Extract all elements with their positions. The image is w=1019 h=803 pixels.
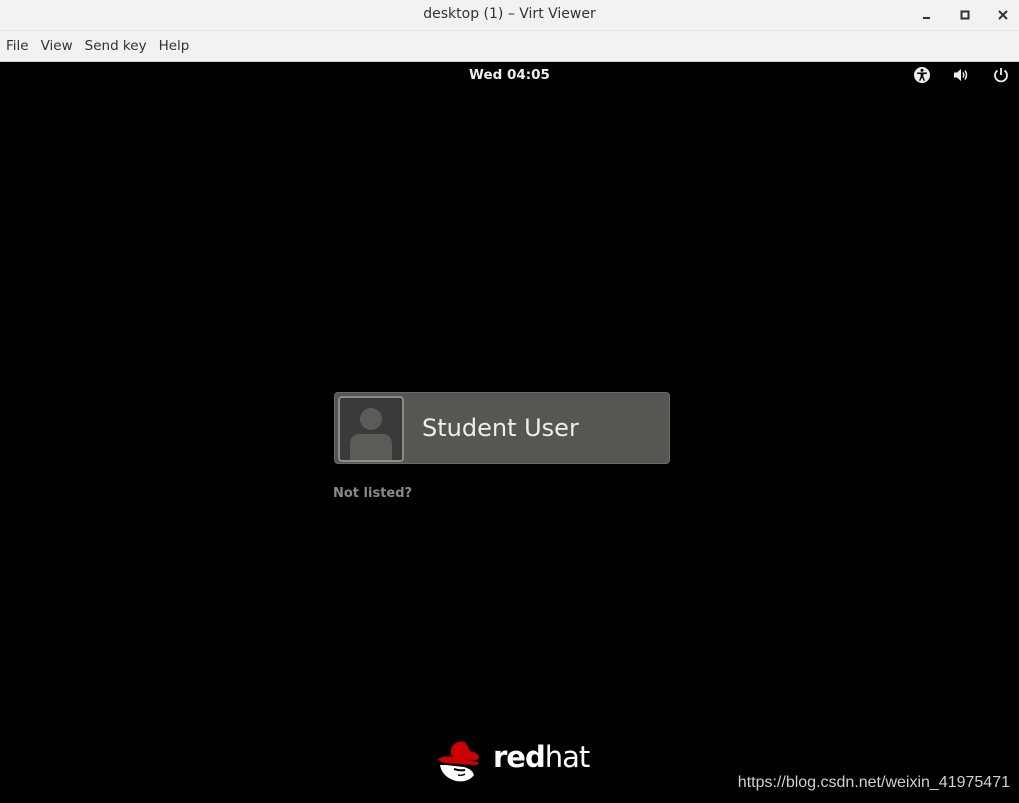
menu-file[interactable]: File [0,31,35,61]
window-title: desktop (1) – Virt Viewer [423,6,596,22]
clock[interactable]: Wed 04:05 [0,62,1019,89]
maximize-button[interactable] [954,4,976,26]
user-list-item[interactable]: Student User [334,392,670,464]
logo-text-hat: hat [544,740,591,774]
menu-bar: File View Send key Help [0,31,1019,62]
minimize-button[interactable] [916,4,938,26]
logo-text-red: red [493,740,546,774]
title-bar: desktop (1) – Virt Viewer [0,0,1019,31]
maximize-icon [960,10,970,20]
minimize-icon [923,17,930,19]
logo-wordmark: redhat [493,740,591,774]
menu-view[interactable]: View [35,31,79,61]
redhat-logo: redhat [434,735,594,785]
close-icon [998,10,1008,20]
menu-help[interactable]: Help [153,31,196,61]
close-button[interactable] [992,4,1014,26]
guest-display[interactable]: Wed 04:05 Student User Not listed? redha… [0,62,1019,803]
watermark: https://blog.csdn.net/weixin_41975471 [737,774,1010,791]
gnome-top-bar: Wed 04:05 [0,62,1019,89]
avatar [338,396,404,462]
user-name: Student User [422,414,579,442]
accessibility-icon[interactable] [913,66,931,84]
volume-icon[interactable] [952,66,970,84]
power-icon[interactable] [992,66,1010,84]
menu-send-key[interactable]: Send key [79,31,153,61]
default-user-icon [350,408,392,460]
shadowman-icon [438,741,479,782]
not-listed-link[interactable]: Not listed? [333,486,412,501]
virt-viewer-window: desktop (1) – Virt Viewer File View Send… [0,0,1019,803]
